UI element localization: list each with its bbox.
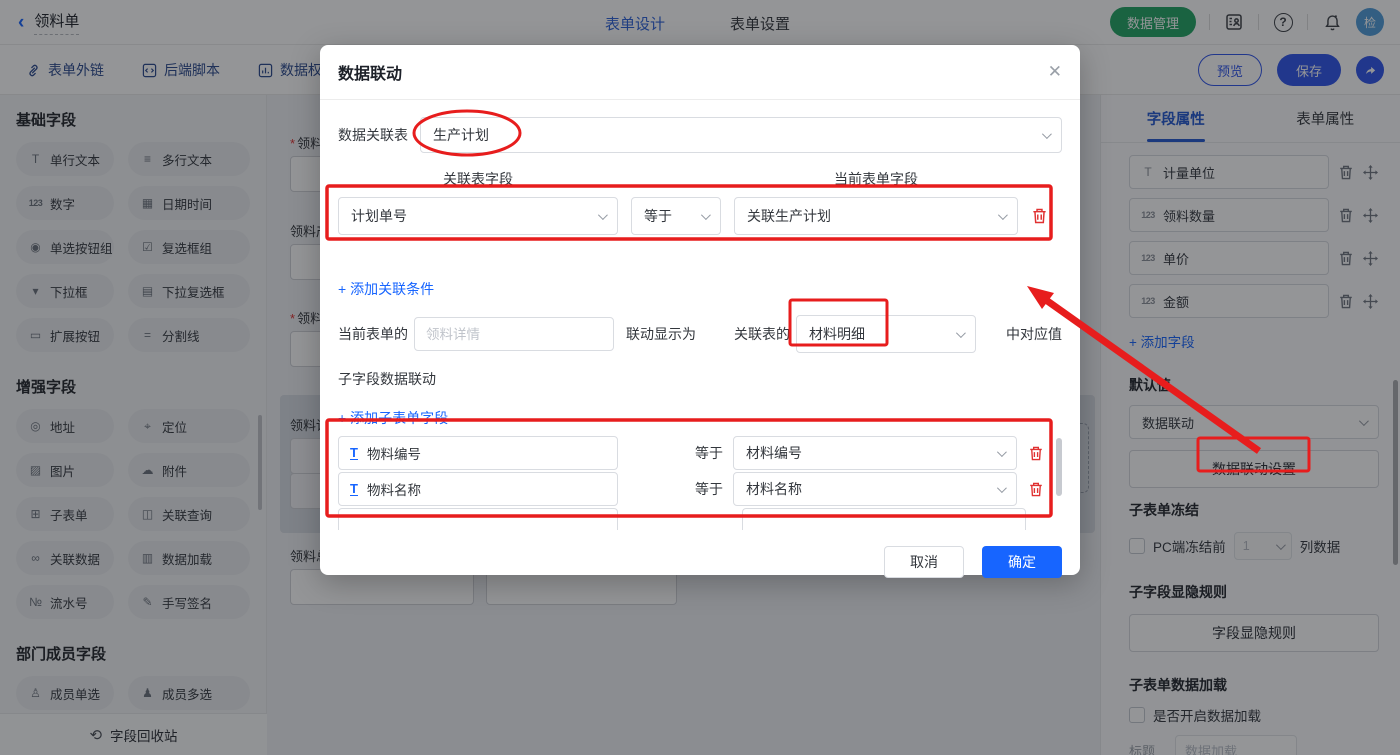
subfield-mapping-row: T 物料编号 等于 材料编号 bbox=[338, 436, 1062, 470]
text-cursor-icon: T bbox=[350, 481, 358, 496]
chevron-down-icon bbox=[955, 327, 966, 338]
related-display-select[interactable]: 材料明细 bbox=[796, 315, 976, 353]
condition-operator-select[interactable]: 等于 bbox=[631, 197, 721, 235]
text-cursor-icon: T bbox=[350, 445, 358, 460]
condition-headers: 关联表字段 当前表单字段 bbox=[338, 169, 1062, 189]
condition-row: 计划单号 等于 关联生产计划 bbox=[338, 197, 1062, 235]
subfield-scrollbar[interactable] bbox=[1056, 438, 1062, 496]
subfield-value-select[interactable]: 材料名称 bbox=[733, 472, 1017, 506]
add-subfield-row: + 添加子表单字段 bbox=[338, 408, 1062, 428]
modal-footer: 取消 确定 bbox=[884, 546, 1062, 578]
modal-header: 数据联动 ✕ bbox=[320, 45, 1080, 100]
delete-condition-icon[interactable] bbox=[1032, 208, 1047, 224]
subform-field-box[interactable]: T 物料编号 bbox=[338, 436, 618, 470]
related-field-header: 关联表字段 bbox=[443, 171, 513, 187]
add-condition-link[interactable]: + 添加关联条件 bbox=[338, 279, 434, 299]
subfield-value-select[interactable]: 材料编号 bbox=[733, 436, 1017, 470]
add-subfield-link[interactable]: + 添加子表单字段 bbox=[338, 408, 448, 428]
close-icon[interactable]: ✕ bbox=[1048, 62, 1062, 82]
confirm-button[interactable]: 确定 bbox=[982, 546, 1062, 578]
modal-title: 数据联动 bbox=[338, 66, 403, 83]
related-table-row: 数据关联表 生产计划 bbox=[338, 117, 1062, 153]
chevron-down-icon bbox=[996, 446, 1007, 457]
condition-field-select[interactable]: 计划单号 bbox=[338, 197, 618, 235]
subform-field-box[interactable] bbox=[338, 508, 618, 530]
modal-body: 数据关联表 生产计划 关联表字段 当前表单字段 计划单号 等于 关联生产计划 +… bbox=[320, 117, 1080, 592]
subfield-linkage-title: 子字段数据联动 bbox=[338, 371, 436, 387]
subfield-mapping-row: T 物料名称 等于 材料名称 bbox=[338, 472, 1062, 506]
related-table-select[interactable]: 生产计划 bbox=[420, 117, 1062, 153]
subfield-value-select[interactable] bbox=[742, 508, 1026, 530]
chevron-down-icon bbox=[997, 209, 1008, 220]
subfield-mapping-row-clipped bbox=[338, 508, 1062, 530]
condition-target-select[interactable]: 关联生产计划 bbox=[734, 197, 1018, 235]
cancel-button[interactable]: 取消 bbox=[884, 546, 964, 578]
delete-subfield-icon[interactable] bbox=[1029, 482, 1043, 497]
chevron-down-icon bbox=[597, 209, 608, 220]
subform-field-box[interactable]: T 物料名称 bbox=[338, 472, 618, 506]
chevron-down-icon bbox=[1041, 128, 1052, 139]
chevron-down-icon bbox=[700, 209, 711, 220]
app-root: ‹ 领料单 表单设计 表单设置 数据管理 ? 检 表单外链 后端脚本 数据权限 … bbox=[0, 0, 1400, 755]
subfield-rows: T 物料编号 等于 材料编号 T 物料名称 等于 材料名称 bbox=[338, 436, 1062, 530]
current-form-field-input[interactable] bbox=[414, 317, 614, 351]
related-table-label: 数据关联表 bbox=[338, 127, 408, 143]
mapping-row: 当前表单的 联动显示为 关联表的 材料明细 中对应值 bbox=[338, 315, 1062, 353]
current-field-header: 当前表单字段 bbox=[834, 171, 918, 187]
add-condition-row: + 添加关联条件 bbox=[338, 279, 1062, 299]
data-linkage-modal: 数据联动 ✕ 数据关联表 生产计划 关联表字段 当前表单字段 计划单号 等于 关… bbox=[320, 45, 1080, 578]
chevron-down-icon bbox=[996, 482, 1007, 493]
delete-subfield-icon[interactable] bbox=[1029, 446, 1043, 461]
